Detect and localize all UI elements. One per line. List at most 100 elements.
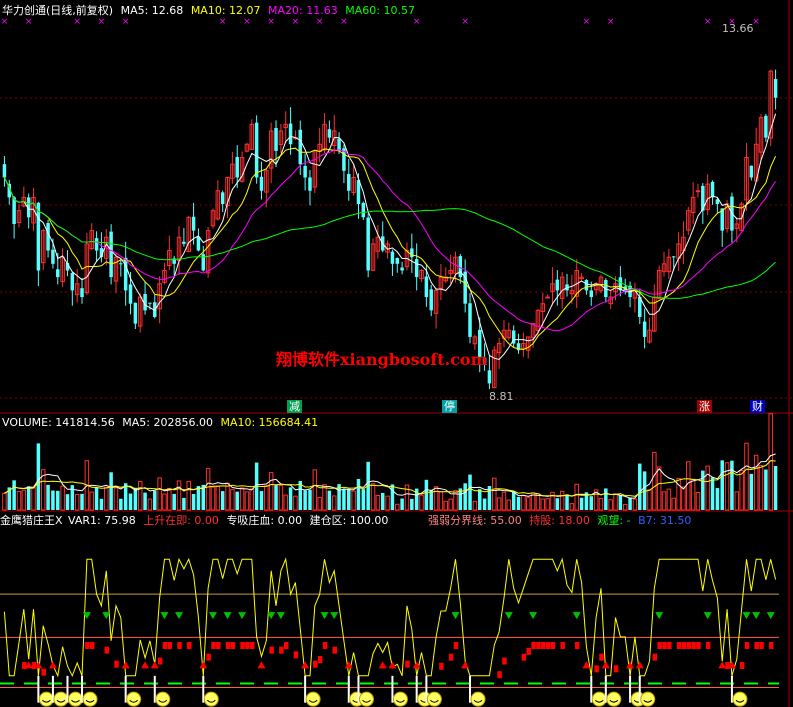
volume-bar bbox=[16, 490, 22, 511]
sell-triangle bbox=[572, 612, 581, 620]
volume-bar bbox=[400, 498, 404, 510]
candle-body bbox=[390, 251, 395, 264]
hold-block bbox=[240, 642, 245, 649]
candle-body bbox=[308, 177, 312, 191]
candle-body bbox=[51, 249, 55, 264]
hold-value: 持股: 18.00 bbox=[529, 514, 590, 527]
hold-block bbox=[216, 642, 221, 649]
hold-block bbox=[186, 642, 192, 649]
volume-bar bbox=[322, 484, 327, 511]
volume-bar bbox=[690, 478, 696, 511]
volume-bar bbox=[579, 497, 584, 510]
marker-finance[interactable]: 财 bbox=[750, 400, 765, 413]
sell-triangle bbox=[752, 612, 761, 620]
volume-bar bbox=[720, 460, 724, 510]
candle-body bbox=[298, 129, 303, 165]
candle-body bbox=[196, 236, 201, 251]
candle-body bbox=[128, 284, 133, 304]
volume-bar bbox=[317, 497, 322, 511]
volume-bar bbox=[705, 465, 710, 511]
smiley-icon bbox=[358, 691, 374, 707]
hold-block bbox=[686, 642, 692, 649]
smiley-icon bbox=[606, 691, 622, 707]
volume-bar bbox=[244, 491, 250, 511]
signal-mark: × bbox=[340, 17, 348, 27]
hold-block bbox=[676, 642, 682, 649]
hold-block bbox=[167, 642, 173, 649]
ma5-line bbox=[3, 113, 777, 361]
candle-body bbox=[584, 280, 589, 291]
hold-block bbox=[502, 657, 507, 665]
volume-bar bbox=[143, 492, 147, 510]
signal-mark: × bbox=[73, 17, 81, 27]
buy-triangle bbox=[257, 661, 266, 669]
volume-bar bbox=[380, 492, 385, 510]
volume-bar bbox=[370, 483, 376, 511]
volume-bar bbox=[613, 493, 618, 511]
volume-bar bbox=[220, 491, 225, 510]
marker-rise[interactable]: 涨 bbox=[697, 400, 712, 413]
hold-block bbox=[206, 653, 211, 661]
marker-reduce[interactable]: 减 bbox=[287, 400, 302, 413]
marker-suspend[interactable]: 停 bbox=[442, 400, 457, 413]
volume-bar bbox=[186, 480, 191, 511]
volume-bar bbox=[604, 488, 608, 510]
volume-bar bbox=[342, 489, 346, 510]
buy-triangle bbox=[150, 661, 159, 669]
candle-body bbox=[555, 279, 560, 291]
volume-bar bbox=[331, 495, 337, 511]
volume-bar bbox=[666, 488, 672, 511]
volume-bar bbox=[288, 487, 293, 510]
volume-bar bbox=[608, 499, 613, 511]
volume-bar bbox=[506, 499, 512, 511]
sell-triangle bbox=[330, 612, 339, 620]
candle-body bbox=[56, 269, 60, 278]
candle-body bbox=[327, 129, 332, 138]
volume-bar bbox=[511, 491, 516, 510]
candle-body bbox=[109, 231, 113, 278]
candle-body bbox=[303, 165, 307, 178]
b7-value: B7: 31.50 bbox=[638, 514, 692, 527]
sell-triangle bbox=[655, 612, 664, 620]
volume-bar bbox=[555, 498, 560, 510]
buy-triangle bbox=[626, 661, 635, 669]
candle-body bbox=[148, 302, 152, 304]
volume-bar bbox=[622, 503, 628, 511]
volume-bar bbox=[176, 480, 182, 511]
watermark: 翔博软件xiangbosoft.com bbox=[276, 350, 488, 369]
buy-triangle bbox=[388, 661, 397, 669]
volume-bar bbox=[559, 490, 565, 511]
hold-block bbox=[162, 642, 168, 649]
hold-block bbox=[313, 660, 318, 668]
volume-bar bbox=[36, 443, 41, 510]
absorb-value: 专吸庄血: 0.00 bbox=[226, 514, 303, 527]
sell-triangle bbox=[703, 612, 712, 620]
volume-bar bbox=[385, 495, 390, 511]
candle-body bbox=[119, 263, 123, 265]
candle-body bbox=[235, 157, 239, 178]
hold-block bbox=[332, 646, 337, 654]
candle-body bbox=[2, 164, 7, 178]
signal-mark: × bbox=[219, 17, 227, 27]
sell-triangle bbox=[504, 612, 513, 620]
candle-body bbox=[400, 267, 404, 271]
candle-body bbox=[424, 276, 429, 298]
volume-bar bbox=[496, 497, 502, 511]
candle-body bbox=[133, 302, 138, 324]
sell-triangle bbox=[276, 612, 285, 620]
indicator-name: 金鹰猎庄王X bbox=[0, 514, 63, 527]
ma60-line bbox=[3, 177, 776, 299]
volume-bar bbox=[51, 490, 55, 510]
moving-average-lines bbox=[3, 113, 777, 361]
volume-bar bbox=[618, 495, 623, 510]
volume-bar bbox=[749, 473, 754, 510]
volume-bar bbox=[26, 486, 31, 510]
candle-body bbox=[749, 165, 754, 178]
volume-bar bbox=[259, 491, 264, 510]
volume-bar bbox=[443, 500, 449, 511]
volume-bar bbox=[739, 469, 744, 511]
volume-bar bbox=[773, 465, 778, 510]
hold-block bbox=[691, 642, 696, 649]
hold-block bbox=[754, 642, 759, 649]
hold-block bbox=[317, 656, 323, 663]
